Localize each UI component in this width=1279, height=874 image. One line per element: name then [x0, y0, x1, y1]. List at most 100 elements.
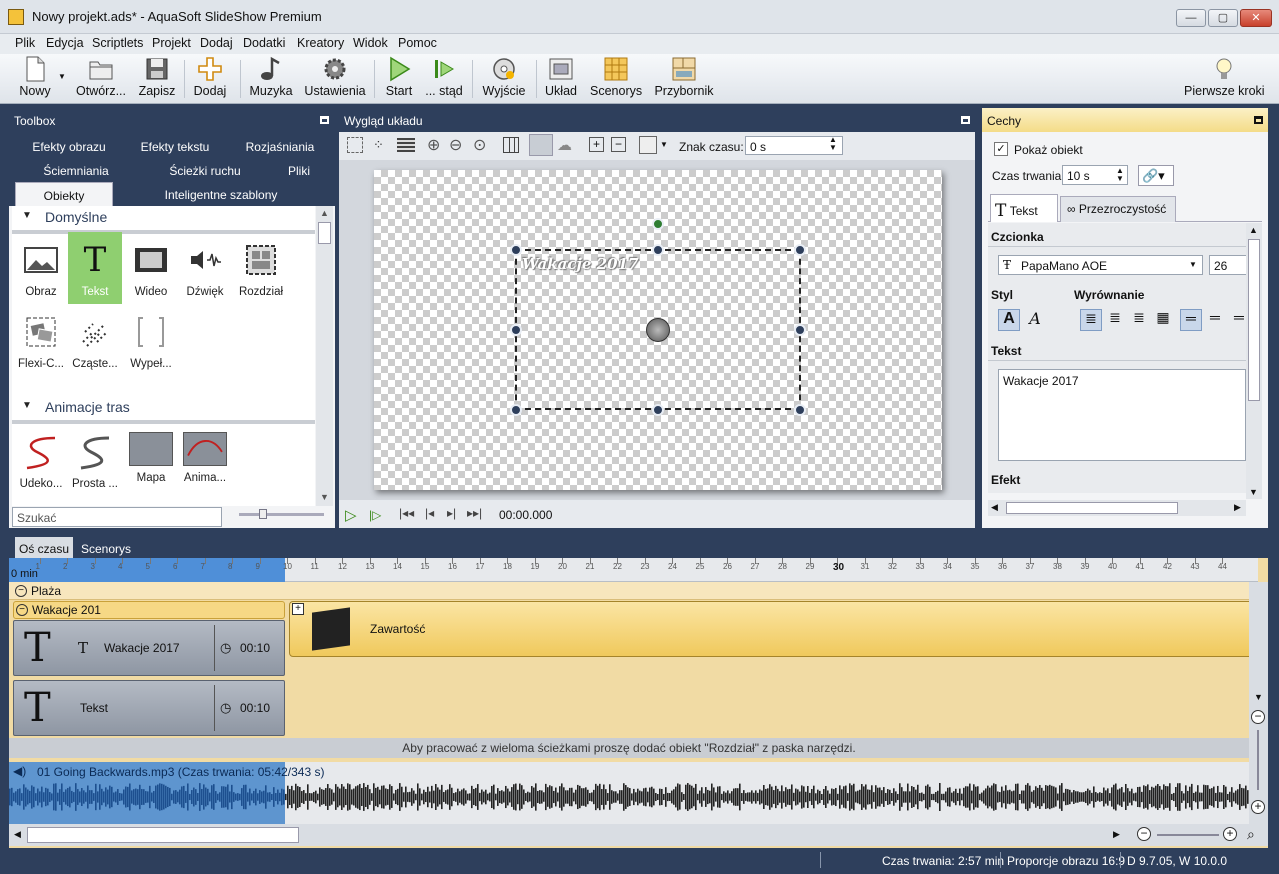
- menu-kreatory[interactable]: Kreatory: [297, 36, 344, 50]
- scroll-thumb[interactable]: [1248, 239, 1260, 401]
- settings-button[interactable]: Ustawienia: [304, 56, 366, 102]
- collapse-icon[interactable]: −: [611, 137, 626, 152]
- tab-objects[interactable]: Obiekty: [15, 182, 113, 206]
- panel-minimize-icon[interactable]: [1254, 116, 1263, 124]
- audio-track[interactable]: ◀) 01 Going Backwards.mp3 (Czas trwania:…: [9, 762, 1249, 824]
- grid-lines-icon[interactable]: [397, 138, 415, 152]
- scroll-up-icon[interactable]: ▲: [1249, 225, 1258, 235]
- anim-animated-map[interactable]: Anima...: [178, 432, 232, 484]
- resize-handle-n[interactable]: [652, 244, 664, 256]
- menu-widok[interactable]: Widok: [353, 36, 388, 50]
- tab-image-effects[interactable]: Efekty obrazu: [21, 140, 117, 154]
- zoom-in-horizontal-icon[interactable]: +: [1223, 827, 1237, 841]
- zoom-magnifier-icon[interactable]: ⌕: [1247, 826, 1255, 843]
- link-icon[interactable]: 🔗▾: [1138, 165, 1174, 186]
- toolbox-scrollbar[interactable]: ▲ ▼: [316, 206, 333, 506]
- align-right-icon[interactable]: ≣: [1128, 309, 1150, 331]
- open-button[interactable]: Otwórz...: [76, 56, 126, 102]
- tab-transparency[interactable]: ∞ Przezroczystość: [1060, 196, 1176, 222]
- expand-icon[interactable]: +: [589, 137, 604, 152]
- panel-minimize-icon[interactable]: [961, 116, 970, 124]
- scroll-right-icon[interactable]: ▶: [1234, 502, 1241, 513]
- object-particles[interactable]: Cząste...: [68, 312, 122, 370]
- timeline-item-text1[interactable]: T T Wakacje 2017 ◷ 00:10: [13, 620, 285, 676]
- start-button[interactable]: Start: [382, 56, 416, 102]
- object-placeholder[interactable]: Wypeł...: [124, 312, 178, 370]
- show-object-checkbox[interactable]: ✓: [994, 142, 1008, 156]
- save-button[interactable]: Zapisz: [138, 56, 176, 102]
- tab-text-effects[interactable]: Efekty tekstu: [127, 140, 223, 154]
- align-left-icon[interactable]: ≣: [1080, 309, 1102, 331]
- expand-plus-icon[interactable]: +: [292, 603, 304, 615]
- menu-dodatki[interactable]: Dodatki: [243, 36, 285, 50]
- canvas-text[interactable]: Wakacje 2017: [522, 255, 638, 273]
- menu-edycja[interactable]: Edycja: [46, 36, 84, 50]
- maximize-button[interactable]: ▢: [1208, 9, 1238, 27]
- zoom-out-horizontal-icon[interactable]: −: [1137, 827, 1151, 841]
- object-flexi-collage[interactable]: Flexi-C...: [14, 312, 68, 370]
- object-chapter[interactable]: Rozdział: [232, 240, 290, 298]
- object-video[interactable]: Wideo: [124, 240, 178, 298]
- panel-minimize-icon[interactable]: [320, 116, 329, 124]
- toolbox-button[interactable]: Przybornik: [652, 56, 716, 102]
- output-button[interactable]: Wyjście: [480, 56, 528, 102]
- menu-dodaj[interactable]: Dodaj: [200, 36, 233, 50]
- anim-map[interactable]: Mapa: [124, 432, 178, 484]
- tab-storyboard[interactable]: Scenorys: [81, 542, 131, 556]
- cloud-icon[interactable]: ☁: [557, 136, 572, 154]
- object-text[interactable]: T Tekst: [68, 232, 122, 304]
- resize-handle-e[interactable]: [794, 324, 806, 336]
- zoom-fit-icon[interactable]: ⊙: [473, 135, 486, 155]
- tab-fade-out[interactable]: Ściemniania: [21, 164, 131, 178]
- font-family-select[interactable]: PapaMano AOE: [998, 255, 1203, 275]
- minimize-button[interactable]: —: [1176, 9, 1206, 27]
- tab-timeline[interactable]: Oś czasu: [15, 537, 73, 559]
- group-wakacje[interactable]: − Wakacje 201: [13, 601, 285, 619]
- menu-scriptlets[interactable]: Scriptlets: [92, 36, 143, 50]
- scroll-left-icon[interactable]: ◀: [14, 829, 21, 840]
- menu-plik[interactable]: Plik: [15, 36, 35, 50]
- play-icon[interactable]: ▷: [345, 506, 357, 524]
- object-sound[interactable]: Dźwięk: [178, 240, 232, 298]
- zoom-out-icon[interactable]: ⊖: [449, 135, 462, 155]
- collapse-minus-icon[interactable]: −: [16, 604, 28, 616]
- props-vertical-scrollbar[interactable]: ▲ ▼: [1246, 223, 1262, 499]
- new-dropdown-arrow-icon[interactable]: ▼: [58, 72, 66, 81]
- scroll-down-icon[interactable]: ▼: [320, 492, 329, 502]
- layout-button[interactable]: Układ: [542, 56, 580, 102]
- valign-top-icon[interactable]: ═: [1180, 309, 1202, 331]
- timeline-item-text2[interactable]: T Tekst ◷ 00:10: [13, 680, 285, 736]
- anim-straight[interactable]: Prosta ...: [68, 432, 122, 490]
- nodes-icon[interactable]: ⁘: [373, 137, 391, 153]
- next-frame-icon[interactable]: ▸|: [447, 506, 456, 520]
- play-from-here-icon[interactable]: |▷: [369, 508, 381, 522]
- valign-middle-icon[interactable]: ═: [1204, 309, 1226, 331]
- tab-text[interactable]: T Tekst: [990, 194, 1058, 222]
- first-steps-button[interactable]: Pierwsze kroki: [1184, 56, 1265, 102]
- object-image[interactable]: Obraz: [14, 240, 68, 298]
- tab-motion-paths[interactable]: Ścieżki ruchu: [157, 164, 253, 178]
- select-arrow-icon[interactable]: [347, 137, 363, 153]
- new-button[interactable]: Nowy: [14, 56, 56, 102]
- skip-end-icon[interactable]: ▸▸|: [467, 506, 482, 520]
- chevron-down-icon[interactable]: ▼: [1189, 260, 1197, 269]
- scroll-left-icon[interactable]: ◀: [991, 502, 998, 513]
- scroll-up-icon[interactable]: ▲: [320, 208, 329, 218]
- timeline-horizontal-scrollbar[interactable]: ◀ ▶ − + ⌕: [9, 824, 1268, 846]
- tab-fade-in[interactable]: Rozjaśniania: [233, 140, 327, 154]
- align-justify-icon[interactable]: ▦: [1152, 309, 1174, 331]
- scroll-thumb[interactable]: [318, 222, 331, 244]
- zoom-slider[interactable]: [239, 513, 324, 516]
- scroll-down-icon[interactable]: ▼: [1254, 692, 1263, 702]
- spin-arrows-icon[interactable]: ▲ ▼: [1116, 167, 1124, 183]
- collapse-arrow-icon[interactable]: ▼: [22, 400, 32, 411]
- center-point-icon[interactable]: [646, 318, 670, 342]
- timeline-vertical-scrollbar[interactable]: ▼ − +: [1249, 582, 1268, 824]
- resize-handle-w[interactable]: [510, 324, 522, 336]
- horizontal-zoom-slider[interactable]: [1157, 834, 1219, 836]
- grid-icon[interactable]: [503, 137, 519, 153]
- menu-projekt[interactable]: Projekt: [152, 36, 191, 50]
- add-button[interactable]: Dodaj: [190, 56, 230, 102]
- close-button[interactable]: ✕: [1240, 9, 1272, 27]
- resize-handle-sw[interactable]: [510, 404, 522, 416]
